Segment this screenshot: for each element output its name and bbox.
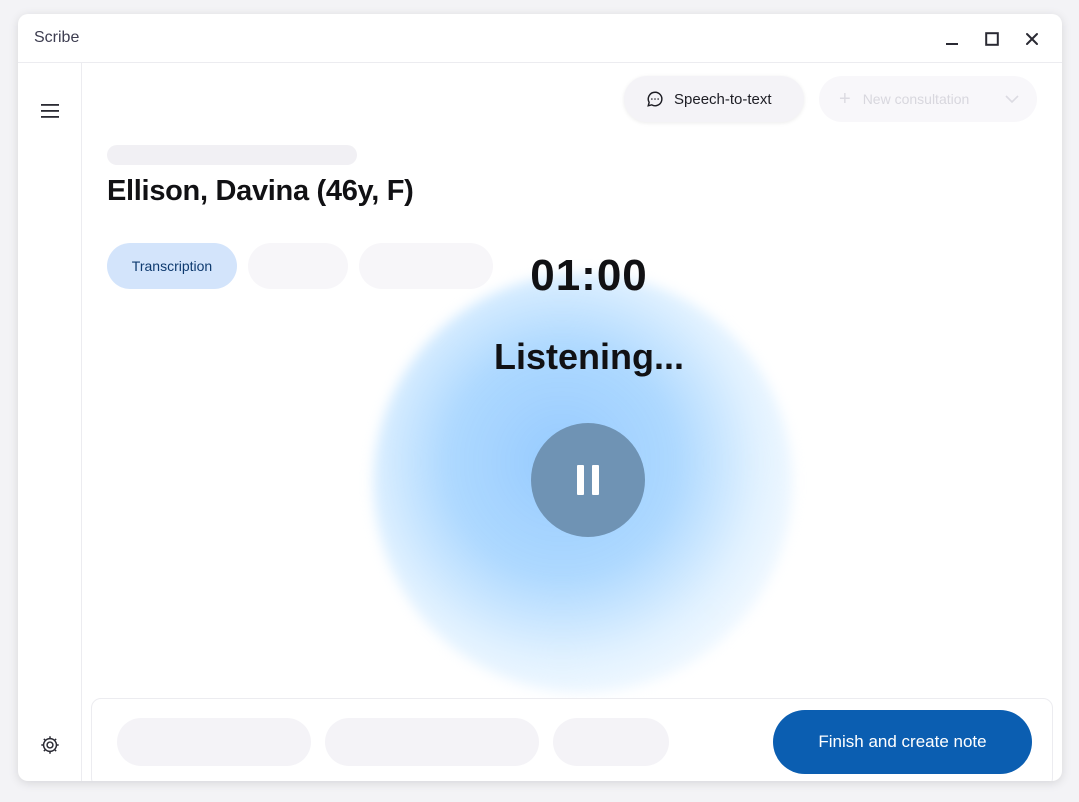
footer-placeholder xyxy=(553,718,669,766)
main-content: Speech-to-text + New consultation Elliso… xyxy=(83,63,1062,781)
tab-placeholder xyxy=(248,243,348,289)
tab-transcription[interactable]: Transcription xyxy=(107,243,237,289)
pause-icon xyxy=(573,465,603,495)
maximize-icon xyxy=(985,31,999,46)
title-bar: Scribe xyxy=(18,14,1062,63)
pause-button[interactable] xyxy=(531,423,645,537)
app-window: Scribe Speech-to-text + New consultation… xyxy=(18,14,1062,781)
chat-bubble-icon xyxy=(647,91,663,107)
minimize-icon xyxy=(946,42,958,45)
hamburger-icon xyxy=(41,104,59,118)
minimize-button[interactable] xyxy=(932,21,972,57)
patient-subtitle-placeholder xyxy=(107,145,357,165)
recording-status: Listening... xyxy=(493,336,684,377)
gear-icon xyxy=(41,736,59,754)
finish-and-create-note-button[interactable]: Finish and create note xyxy=(773,710,1032,774)
close-button[interactable] xyxy=(1012,21,1052,57)
close-icon xyxy=(1026,32,1038,45)
finish-label: Finish and create note xyxy=(818,732,987,751)
new-consultation-button[interactable]: + New consultation xyxy=(819,76,1037,122)
speech-to-text-button[interactable]: Speech-to-text xyxy=(624,76,804,122)
settings-button[interactable] xyxy=(36,731,64,759)
chevron-down-icon xyxy=(1005,95,1019,104)
recording-timer: 01:00 xyxy=(530,251,648,300)
menu-button[interactable] xyxy=(36,99,64,123)
app-title: Scribe xyxy=(34,29,80,46)
tab-label: Transcription xyxy=(131,258,213,274)
patient-name: Ellison, Davina (46y, F) xyxy=(107,175,414,207)
speech-to-text-label: Speech-to-text xyxy=(674,90,772,108)
new-consultation-label: New consultation xyxy=(862,91,970,107)
maximize-button[interactable] xyxy=(972,21,1012,57)
footer-placeholder xyxy=(117,718,311,766)
sidebar xyxy=(18,63,82,781)
footer-placeholder xyxy=(325,718,539,766)
window-controls xyxy=(932,14,1052,63)
footer-bar: Finish and create note xyxy=(91,698,1053,781)
plus-icon: + xyxy=(839,87,851,110)
